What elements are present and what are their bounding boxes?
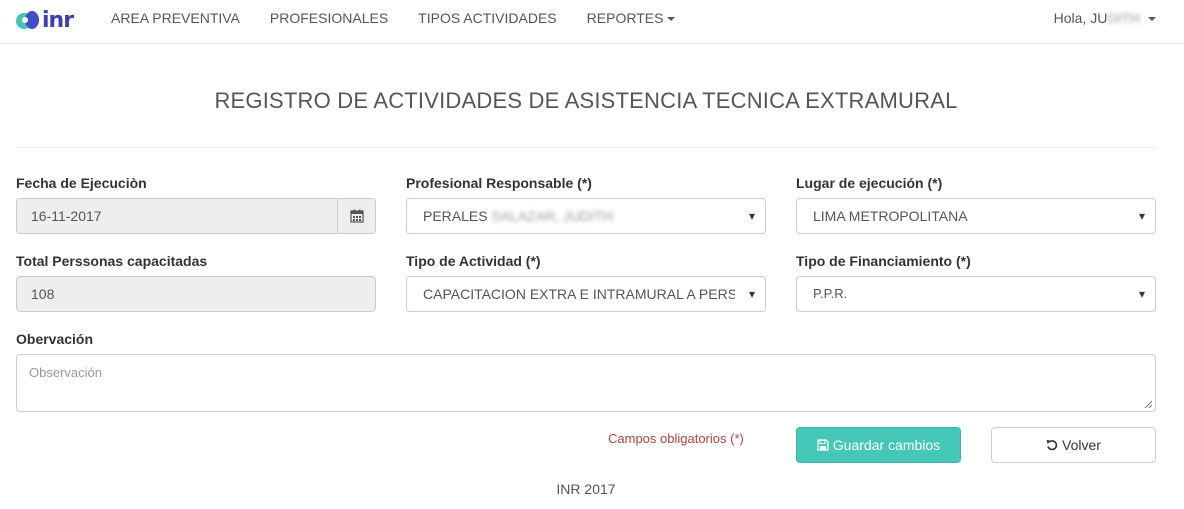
financiamiento-select[interactable]: P.P.R. bbox=[796, 276, 1156, 312]
caret-down-icon bbox=[667, 17, 676, 22]
tipo-actividad-label: Tipo de Actividad (*) bbox=[406, 253, 541, 269]
user-menu[interactable]: Hola, JUDITH bbox=[1054, 0, 1156, 36]
profesional-label: Profesional Responsable (*) bbox=[406, 175, 592, 191]
profesional-value: PERALES bbox=[423, 208, 492, 224]
undo-arrow-icon bbox=[1046, 439, 1058, 451]
save-button-label: Guardar cambios bbox=[832, 437, 941, 453]
nav-item-reportes-label: REPORTES bbox=[586, 10, 664, 26]
observacion-textarea[interactable]: Observación bbox=[16, 354, 1156, 412]
nav-item-area-preventiva[interactable]: AREA PREVENTIVA bbox=[96, 0, 255, 44]
resize-handle-icon[interactable] bbox=[1144, 400, 1152, 408]
fecha-label: Fecha de Ejecuciòn bbox=[16, 175, 147, 191]
brand-logo[interactable]: inr bbox=[16, 6, 86, 36]
financiamiento-label: Tipo de Financiamiento (*) bbox=[796, 253, 971, 269]
lugar-select[interactable]: LIMA METROPOLITANA bbox=[796, 198, 1156, 234]
required-fields-note: Campos obligatorios (*) bbox=[608, 431, 744, 446]
observacion-placeholder: Observación bbox=[29, 365, 102, 380]
lugar-label: Lugar de ejecución (*) bbox=[796, 175, 943, 191]
logo-mark-icon bbox=[16, 9, 40, 33]
total-label: Total Perssonas capacitadas bbox=[16, 253, 208, 269]
calendar-button[interactable] bbox=[337, 198, 376, 234]
user-name-obscured: DITH bbox=[1107, 10, 1140, 26]
calendar-icon bbox=[349, 209, 364, 223]
fecha-input: 16-11-2017 bbox=[16, 198, 338, 234]
nav-item-profesionales[interactable]: PROFESIONALES bbox=[255, 0, 403, 44]
top-navbar: inr AREA PREVENTIVA PROFESIONALES TIPOS … bbox=[0, 0, 1184, 44]
tipo-actividad-select[interactable]: CAPACITACION EXTRA E INTRAMURAL A PERSON… bbox=[406, 276, 766, 312]
total-input: 108 bbox=[16, 276, 376, 312]
profesional-select[interactable]: PERALES SALAZAR, JUDITH bbox=[406, 198, 766, 234]
back-button-label: Volver bbox=[1062, 437, 1101, 453]
caret-down-icon bbox=[1148, 17, 1156, 22]
user-greeting: Hola, JU bbox=[1053, 10, 1108, 26]
nav-menu: AREA PREVENTIVA PROFESIONALES TIPOS ACTI… bbox=[96, 0, 690, 44]
back-button[interactable]: Volver bbox=[991, 427, 1156, 463]
nav-item-tipos-actividades[interactable]: TIPOS ACTIVIDADES bbox=[403, 0, 571, 44]
floppy-disk-icon bbox=[817, 439, 829, 451]
tipo-actividad-value: CAPACITACION EXTRA E INTRAMURAL A PERSON… bbox=[423, 286, 735, 302]
logo-text: inr bbox=[42, 8, 74, 33]
save-button[interactable]: Guardar cambios bbox=[796, 427, 961, 463]
footer-text: INR 2017 bbox=[556, 481, 616, 497]
profesional-value-obscured: SALAZAR, JUDITH bbox=[491, 208, 613, 224]
observacion-label: Obervación bbox=[16, 331, 94, 347]
page-title: REGISTRO DE ACTIVIDADES DE ASISTENCIA TE… bbox=[214, 88, 958, 113]
nav-item-reportes[interactable]: REPORTES bbox=[572, 0, 691, 44]
title-divider bbox=[16, 147, 1156, 148]
